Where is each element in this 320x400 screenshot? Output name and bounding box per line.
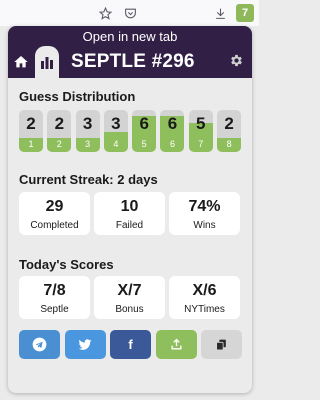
score-label: Bonus [115,304,144,315]
bar-count: 2 [224,114,234,133]
distribution-bar: 22 [47,110,72,152]
bar-guess-number: 8 [226,139,232,149]
share-facebook-button[interactable]: f [110,330,151,359]
stat-label: Wins [193,220,216,231]
copy-button[interactable] [201,330,242,359]
bar-chart-icon [41,57,53,69]
distribution-bar: 65 [132,110,157,152]
star-icon[interactable] [97,5,113,21]
score-value: X/6 [192,282,217,299]
bar-count: 3 [82,114,93,133]
facebook-icon: f [128,337,133,352]
download-icon[interactable] [212,5,228,21]
distribution-bar: 33 [75,110,100,152]
stat-label: Completed [30,220,79,231]
stat-card-completed: 29 Completed [19,192,90,235]
bar-guess-number: 2 [56,139,62,149]
popup-header: Open in new tab SEPTLE #296 [8,26,252,78]
distribution-bar: 57 [188,110,213,152]
stat-value: 10 [120,198,139,215]
score-card-bonus: X/7 Bonus [94,276,165,319]
share-icon [170,338,182,350]
distribution-bar: 66 [160,110,185,152]
share-twitter-button[interactable] [64,330,106,359]
stat-value: 74% [188,198,221,215]
bar-guess-number: 4 [113,139,119,149]
stat-value: 29 [45,198,64,215]
bar-count: 2 [54,114,65,133]
bar-guess-number: 6 [169,139,175,149]
open-in-new-tab-link[interactable]: Open in new tab [8,29,252,44]
score-value: 7/8 [43,282,66,299]
page-title: SEPTLE #296 [71,51,195,72]
share-buttons: f [19,330,247,359]
copy-icon [216,339,226,351]
home-icon[interactable] [13,54,29,70]
stat-label: Failed [115,220,144,231]
share-telegram-button[interactable] [19,330,60,359]
score-card-nytimes: X/6 NYTimes [169,276,240,319]
stat-card-failed: 10 Failed [94,192,165,235]
septle-popup: Open in new tab SEPTLE #296 Guess Distri… [8,26,252,393]
guess-distribution: 21 22 33 34 65 66 57 28 [19,110,245,152]
score-label: NYTimes [184,304,225,315]
browser-toolbar: 7 [0,0,259,26]
gear-icon[interactable] [229,53,244,68]
share-button[interactable] [155,330,197,359]
bar-count: 6 [167,114,178,133]
stat-card-wins: 74% Wins [169,192,240,235]
bar-count: 5 [196,114,206,133]
guess-distribution-title: Guess Distribution [19,89,136,104]
pocket-icon[interactable] [122,5,138,21]
bar-count: 6 [139,114,149,133]
score-card-septle: 7/8 Septle [19,276,90,319]
todays-scores-title: Today's Scores [19,257,114,272]
bar-count: 2 [26,114,36,133]
distribution-bar: 34 [103,110,128,152]
bar-guess-number: 3 [85,139,91,149]
bar-guess-number: 5 [141,139,147,149]
septle-extension-icon[interactable]: 7 [236,4,254,22]
streak-stats: 29 Completed 10 Failed 74% Wins [19,192,244,235]
telegram-icon [32,337,47,352]
bar-guess-number: 7 [198,139,204,149]
score-value: X/7 [117,282,142,299]
todays-scores: 7/8 Septle X/7 Bonus X/6 NYTimes [19,276,244,319]
stats-tab[interactable] [35,46,59,78]
twitter-icon [78,338,92,350]
current-streak-title: Current Streak: 2 days [19,172,158,187]
bar-count: 3 [111,114,121,133]
score-label: Septle [40,304,69,315]
bar-guess-number: 1 [28,139,34,149]
distribution-bar: 21 [19,110,43,152]
distribution-bar: 28 [217,110,242,152]
